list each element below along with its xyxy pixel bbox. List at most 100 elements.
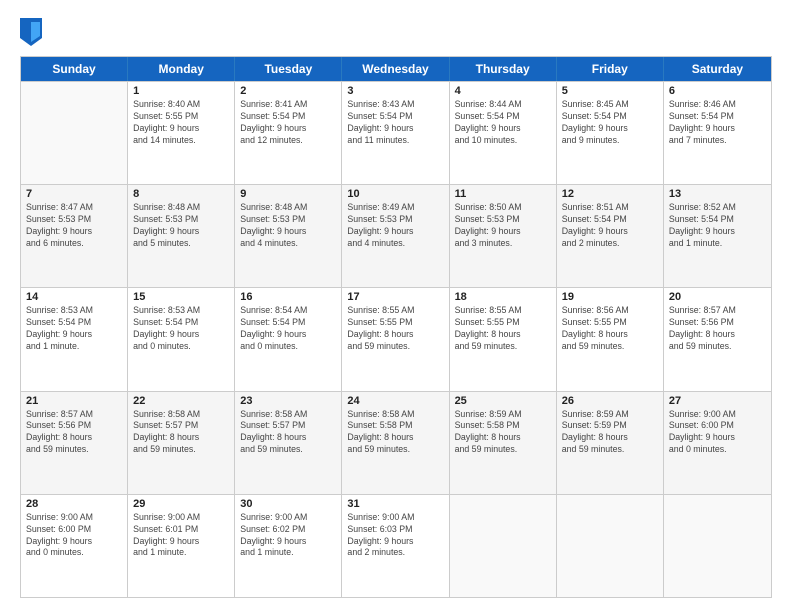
day-info: Sunrise: 8:40 AM Sunset: 5:55 PM Dayligh… bbox=[133, 99, 229, 147]
calendar-cell: 30 Sunrise: 9:00 AM Sunset: 6:02 PM Dayli… bbox=[235, 495, 342, 597]
day-info: Sunrise: 8:52 AM Sunset: 5:54 PM Dayligh… bbox=[669, 202, 766, 250]
calendar-cell: 22 Sunrise: 8:58 AM Sunset: 5:57 PM Dayli… bbox=[128, 392, 235, 494]
day-info: Sunrise: 8:48 AM Sunset: 5:53 PM Dayligh… bbox=[240, 202, 336, 250]
calendar-cell: 3 Sunrise: 8:43 AM Sunset: 5:54 PM Daylig… bbox=[342, 82, 449, 184]
calendar-cell: 17 Sunrise: 8:55 AM Sunset: 5:55 PM Dayli… bbox=[342, 288, 449, 390]
day-number: 26 bbox=[562, 395, 658, 407]
day-number: 22 bbox=[133, 395, 229, 407]
header-day-sunday: Sunday bbox=[21, 57, 128, 81]
calendar-cell: 13 Sunrise: 8:52 AM Sunset: 5:54 PM Dayli… bbox=[664, 185, 771, 287]
logo bbox=[20, 18, 46, 46]
calendar-header: SundayMondayTuesdayWednesdayThursdayFrid… bbox=[21, 57, 771, 81]
calendar-cell: 26 Sunrise: 8:59 AM Sunset: 5:59 PM Dayli… bbox=[557, 392, 664, 494]
day-info: Sunrise: 8:58 AM Sunset: 5:57 PM Dayligh… bbox=[240, 409, 336, 457]
day-number: 15 bbox=[133, 291, 229, 303]
day-number: 31 bbox=[347, 498, 443, 510]
day-info: Sunrise: 8:50 AM Sunset: 5:53 PM Dayligh… bbox=[455, 202, 551, 250]
day-info: Sunrise: 8:41 AM Sunset: 5:54 PM Dayligh… bbox=[240, 99, 336, 147]
header-day-monday: Monday bbox=[128, 57, 235, 81]
logo-icon bbox=[20, 18, 42, 46]
calendar: SundayMondayTuesdayWednesdayThursdayFrid… bbox=[20, 56, 772, 598]
day-number: 3 bbox=[347, 85, 443, 97]
calendar-cell: 7Sunrise: 8:47 AM Sunset: 5:53 PM Daylig… bbox=[21, 185, 128, 287]
calendar-cell: 21 Sunrise: 8:57 AM Sunset: 5:56 PM Dayli… bbox=[21, 392, 128, 494]
day-number: 8 bbox=[133, 188, 229, 200]
header-day-saturday: Saturday bbox=[664, 57, 771, 81]
calendar-cell: 20Sunrise: 8:57 AM Sunset: 5:56 PM Dayli… bbox=[664, 288, 771, 390]
header-day-thursday: Thursday bbox=[450, 57, 557, 81]
day-number: 13 bbox=[669, 188, 766, 200]
day-number: 16 bbox=[240, 291, 336, 303]
page: SundayMondayTuesdayWednesdayThursdayFrid… bbox=[0, 0, 792, 612]
day-number: 9 bbox=[240, 188, 336, 200]
day-number: 28 bbox=[26, 498, 122, 510]
calendar-cell: 25Sunrise: 8:59 AM Sunset: 5:58 PM Dayli… bbox=[450, 392, 557, 494]
day-info: Sunrise: 9:00 AM Sunset: 6:02 PM Dayligh… bbox=[240, 512, 336, 560]
calendar-cell: 28 Sunrise: 9:00 AM Sunset: 6:00 PM Dayli… bbox=[21, 495, 128, 597]
day-number: 11 bbox=[455, 188, 551, 200]
calendar-row-0: 1 Sunrise: 8:40 AM Sunset: 5:55 PM Daylig… bbox=[21, 81, 771, 184]
day-info: Sunrise: 8:57 AM Sunset: 5:56 PM Dayligh… bbox=[669, 305, 766, 353]
day-info: Sunrise: 9:00 AM Sunset: 6:03 PM Dayligh… bbox=[347, 512, 443, 560]
calendar-cell: 12Sunrise: 8:51 AM Sunset: 5:54 PM Dayli… bbox=[557, 185, 664, 287]
day-number: 27 bbox=[669, 395, 766, 407]
calendar-row-2: 14 Sunrise: 8:53 AM Sunset: 5:54 PM Dayli… bbox=[21, 287, 771, 390]
day-number: 18 bbox=[455, 291, 551, 303]
calendar-cell: 16 Sunrise: 8:54 AM Sunset: 5:54 PM Dayli… bbox=[235, 288, 342, 390]
day-info: Sunrise: 8:53 AM Sunset: 5:54 PM Dayligh… bbox=[133, 305, 229, 353]
day-number: 21 bbox=[26, 395, 122, 407]
day-info: Sunrise: 8:49 AM Sunset: 5:53 PM Dayligh… bbox=[347, 202, 443, 250]
day-info: Sunrise: 9:00 AM Sunset: 6:00 PM Dayligh… bbox=[669, 409, 766, 457]
header-day-wednesday: Wednesday bbox=[342, 57, 449, 81]
day-info: Sunrise: 9:00 AM Sunset: 6:00 PM Dayligh… bbox=[26, 512, 122, 560]
calendar-cell: 9 Sunrise: 8:48 AM Sunset: 5:53 PM Daylig… bbox=[235, 185, 342, 287]
day-info: Sunrise: 8:58 AM Sunset: 5:57 PM Dayligh… bbox=[133, 409, 229, 457]
calendar-cell bbox=[21, 82, 128, 184]
day-number: 2 bbox=[240, 85, 336, 97]
day-info: Sunrise: 8:59 AM Sunset: 5:59 PM Dayligh… bbox=[562, 409, 658, 457]
day-number: 7 bbox=[26, 188, 122, 200]
calendar-cell: 10 Sunrise: 8:49 AM Sunset: 5:53 PM Dayli… bbox=[342, 185, 449, 287]
calendar-cell: 1 Sunrise: 8:40 AM Sunset: 5:55 PM Daylig… bbox=[128, 82, 235, 184]
day-info: Sunrise: 8:51 AM Sunset: 5:54 PM Dayligh… bbox=[562, 202, 658, 250]
day-info: Sunrise: 8:54 AM Sunset: 5:54 PM Dayligh… bbox=[240, 305, 336, 353]
day-number: 19 bbox=[562, 291, 658, 303]
calendar-cell: 6Sunrise: 8:46 AM Sunset: 5:54 PM Daylig… bbox=[664, 82, 771, 184]
day-number: 4 bbox=[455, 85, 551, 97]
calendar-cell: 8Sunrise: 8:48 AM Sunset: 5:53 PM Daylig… bbox=[128, 185, 235, 287]
header-day-tuesday: Tuesday bbox=[235, 57, 342, 81]
day-number: 23 bbox=[240, 395, 336, 407]
calendar-cell bbox=[664, 495, 771, 597]
calendar-cell: 24 Sunrise: 8:58 AM Sunset: 5:58 PM Dayli… bbox=[342, 392, 449, 494]
calendar-body: 1 Sunrise: 8:40 AM Sunset: 5:55 PM Daylig… bbox=[21, 81, 771, 597]
day-info: Sunrise: 9:00 AM Sunset: 6:01 PM Dayligh… bbox=[133, 512, 229, 560]
day-info: Sunrise: 8:57 AM Sunset: 5:56 PM Dayligh… bbox=[26, 409, 122, 457]
calendar-cell: 14Sunrise: 8:53 AM Sunset: 5:54 PM Dayli… bbox=[21, 288, 128, 390]
day-number: 6 bbox=[669, 85, 766, 97]
day-info: Sunrise: 8:56 AM Sunset: 5:55 PM Dayligh… bbox=[562, 305, 658, 353]
calendar-cell: 31 Sunrise: 9:00 AM Sunset: 6:03 PM Dayli… bbox=[342, 495, 449, 597]
day-number: 24 bbox=[347, 395, 443, 407]
day-number: 17 bbox=[347, 291, 443, 303]
day-info: Sunrise: 8:43 AM Sunset: 5:54 PM Dayligh… bbox=[347, 99, 443, 147]
calendar-cell: 23 Sunrise: 8:58 AM Sunset: 5:57 PM Dayli… bbox=[235, 392, 342, 494]
day-info: Sunrise: 8:44 AM Sunset: 5:54 PM Dayligh… bbox=[455, 99, 551, 147]
day-number: 29 bbox=[133, 498, 229, 510]
calendar-cell: 11 Sunrise: 8:50 AM Sunset: 5:53 PM Dayli… bbox=[450, 185, 557, 287]
calendar-row-4: 28 Sunrise: 9:00 AM Sunset: 6:00 PM Dayli… bbox=[21, 494, 771, 597]
day-number: 10 bbox=[347, 188, 443, 200]
calendar-cell: 19 Sunrise: 8:56 AM Sunset: 5:55 PM Dayli… bbox=[557, 288, 664, 390]
day-info: Sunrise: 8:55 AM Sunset: 5:55 PM Dayligh… bbox=[455, 305, 551, 353]
calendar-cell bbox=[450, 495, 557, 597]
calendar-cell bbox=[557, 495, 664, 597]
day-info: Sunrise: 8:55 AM Sunset: 5:55 PM Dayligh… bbox=[347, 305, 443, 353]
day-number: 14 bbox=[26, 291, 122, 303]
calendar-cell: 15 Sunrise: 8:53 AM Sunset: 5:54 PM Dayli… bbox=[128, 288, 235, 390]
calendar-cell: 4 Sunrise: 8:44 AM Sunset: 5:54 PM Daylig… bbox=[450, 82, 557, 184]
header-day-friday: Friday bbox=[557, 57, 664, 81]
day-info: Sunrise: 8:58 AM Sunset: 5:58 PM Dayligh… bbox=[347, 409, 443, 457]
calendar-row-3: 21 Sunrise: 8:57 AM Sunset: 5:56 PM Dayli… bbox=[21, 391, 771, 494]
calendar-row-1: 7Sunrise: 8:47 AM Sunset: 5:53 PM Daylig… bbox=[21, 184, 771, 287]
day-number: 30 bbox=[240, 498, 336, 510]
day-number: 1 bbox=[133, 85, 229, 97]
